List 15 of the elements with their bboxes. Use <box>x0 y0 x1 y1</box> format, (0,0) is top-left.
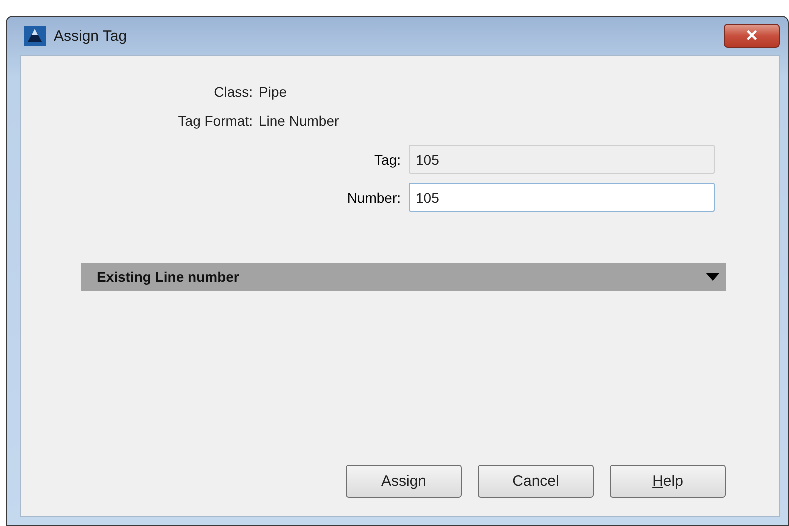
close-button[interactable]: × <box>724 24 780 48</box>
input-field[interactable]: 105 <box>409 183 715 212</box>
dialog-button[interactable]: Assign <box>346 465 462 498</box>
window-title: Assign Tag <box>54 28 128 44</box>
field-label: Tag: <box>374 152 401 168</box>
field-label: Number: <box>346 190 401 206</box>
info-label: Class: <box>213 84 253 100</box>
section-header[interactable]: Existing Line number <box>81 263 726 291</box>
caret-icon <box>706 273 720 281</box>
logo-icon <box>24 26 46 46</box>
dialog-button[interactable]: Cancel <box>478 465 594 498</box>
info-value: Pipe <box>259 84 288 100</box>
info-value: Line Number <box>259 113 340 129</box>
dialog-button[interactable]: Help <box>610 465 726 498</box>
info-label: Tag Format: <box>177 113 253 129</box>
